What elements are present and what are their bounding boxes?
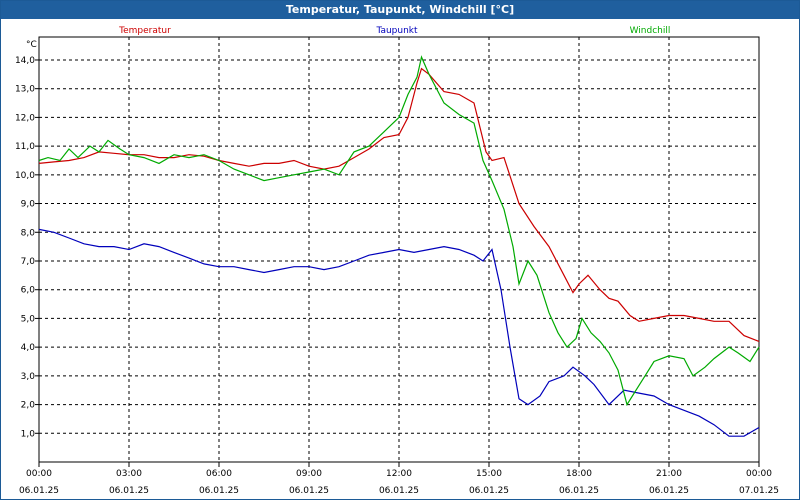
x-tick-date-label: 06.01.25 <box>109 486 149 496</box>
x-tick-time-label: 00:00 <box>26 469 52 479</box>
y-tick-label: 12,0 <box>15 113 35 123</box>
legend-entry-windchill: Windchill <box>630 26 671 36</box>
x-tick-date-label: 06.01.25 <box>289 486 329 496</box>
x-tick-date-label: 06.01.25 <box>559 486 599 496</box>
x-tick-date-label: 07.01.25 <box>739 486 779 496</box>
x-tick-time-label: 18:00 <box>566 469 592 479</box>
y-axis-unit: °C <box>26 40 37 50</box>
y-tick-label: 14,0 <box>15 56 35 66</box>
x-tick-time-label: 03:00 <box>116 469 142 479</box>
y-tick-label: 6,0 <box>21 286 36 296</box>
x-tick-time-label: 09:00 <box>296 469 322 479</box>
legend-entry-taupunkt: Taupunkt <box>375 26 418 36</box>
legend-entry-temperatur: Temperatur <box>118 26 171 36</box>
x-tick-time-label: 21:00 <box>656 469 682 479</box>
x-tick-time-label: 15:00 <box>476 469 502 479</box>
line-chart: 1,0 2,0 3,0 4,0 5,0 6,0 7,0 8,0 9,0 10,0 11,0 12,0 1… <box>15 26 779 496</box>
x-tick-time-label: 12:00 <box>386 469 412 479</box>
y-tick-label: 10,0 <box>15 171 35 181</box>
y-tick-label: 4,0 <box>21 343 36 353</box>
y-tick-label: 8,0 <box>21 228 36 238</box>
y-tick-label: 11,0 <box>15 142 35 152</box>
y-tick-label: 2,0 <box>21 401 36 411</box>
x-axis-ticks: 00:00 06.01.25 03:00 06.01.25 06:00 06.01.25 0… <box>19 462 779 496</box>
y-tick-label: 5,0 <box>21 314 36 324</box>
y-axis-ticks: 1,0 2,0 3,0 4,0 5,0 6,0 7,0 8,0 9,0 10,0 11,0 12,0 1… <box>15 56 39 439</box>
x-tick-date-label: 06.01.25 <box>379 486 419 496</box>
y-tick-label: 13,0 <box>15 85 35 95</box>
x-tick-date-label: 06.01.25 <box>649 486 689 496</box>
y-tick-label: 1,0 <box>21 429 36 439</box>
x-tick-time-label: 06:00 <box>206 469 232 479</box>
y-tick-label: 7,0 <box>21 257 36 267</box>
y-tick-label: 9,0 <box>21 200 36 210</box>
x-tick-date-label: 06.01.25 <box>469 486 509 496</box>
x-tick-time-label: 00:00 <box>746 469 772 479</box>
x-tick-date-label: 06.01.25 <box>19 486 59 496</box>
legend: Temperatur Taupunkt Windchill <box>118 26 670 36</box>
x-tick-date-label: 06.01.25 <box>199 486 239 496</box>
y-tick-label: 3,0 <box>21 372 36 382</box>
